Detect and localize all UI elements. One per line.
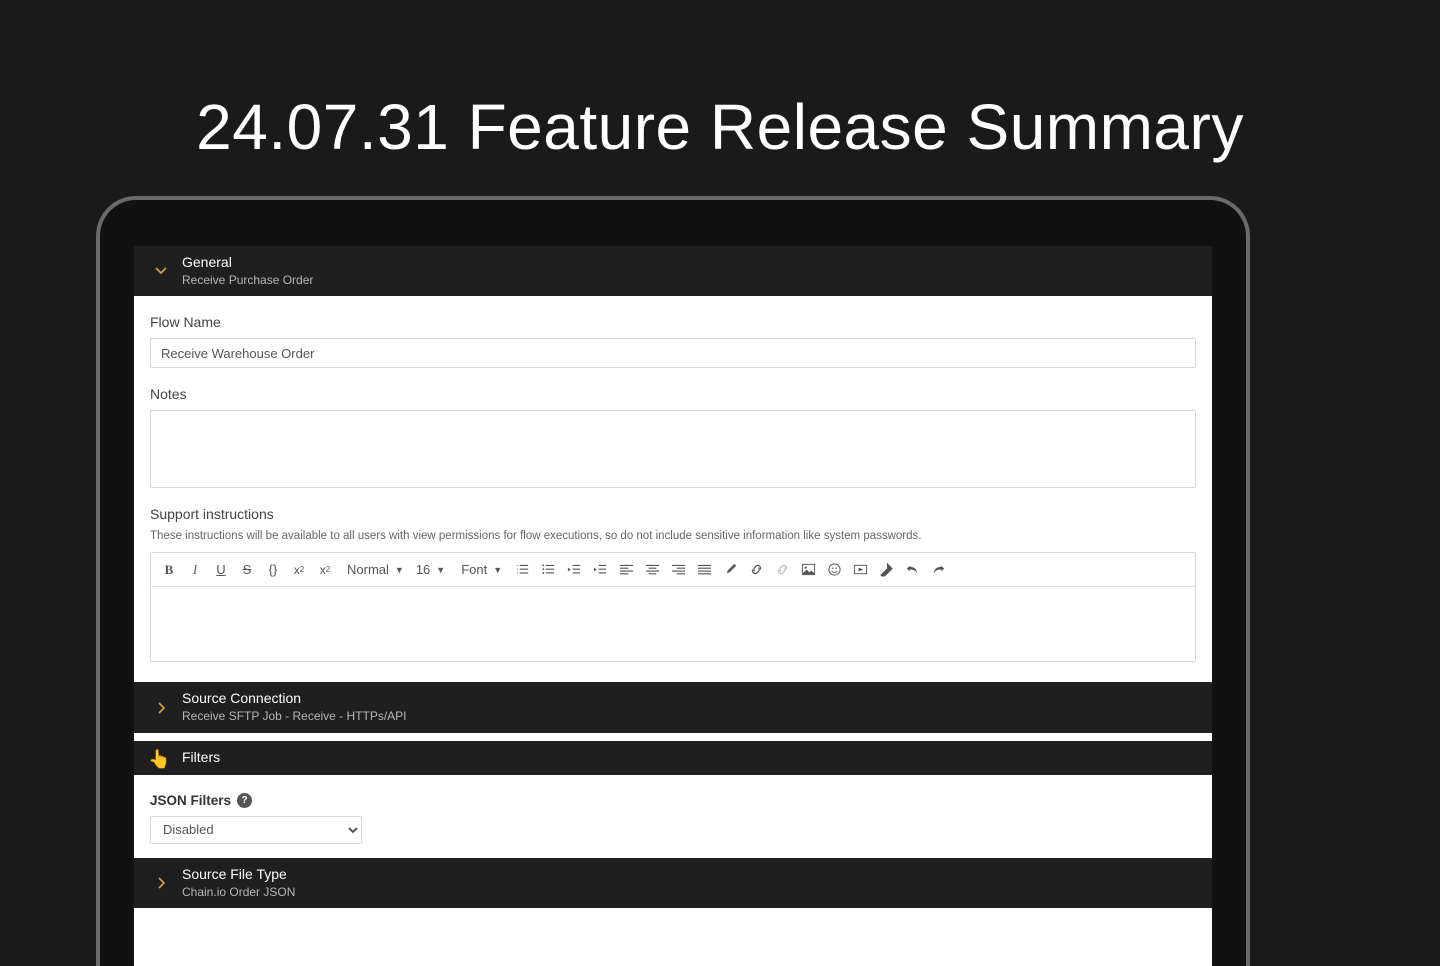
indent-button[interactable] xyxy=(588,558,612,582)
unlink-button[interactable] xyxy=(770,558,794,582)
app-screen: General Receive Purchase Order Flow Name… xyxy=(134,246,1212,966)
eraser-button[interactable] xyxy=(874,558,898,582)
caret-down-icon: ▼ xyxy=(436,565,445,575)
flow-name-input[interactable] xyxy=(150,338,1196,368)
accordion-title: Source Connection xyxy=(182,690,407,707)
json-filters-label: JSON Filters ? xyxy=(150,793,1196,808)
font-size-value: 16 xyxy=(416,562,430,577)
caret-down-icon: ▼ xyxy=(395,565,404,575)
image-button[interactable] xyxy=(796,558,820,582)
accordion-title: General xyxy=(182,254,313,271)
font-family-value: Font xyxy=(461,562,487,577)
page-headline: 24.07.31 Feature Release Summary xyxy=(0,90,1440,164)
align-justify-button[interactable] xyxy=(692,558,716,582)
flow-name-label: Flow Name xyxy=(150,314,1196,330)
unordered-list-button[interactable] xyxy=(536,558,560,582)
paragraph-style-select[interactable]: Normal ▼ xyxy=(339,558,410,582)
color-picker-button[interactable] xyxy=(718,558,742,582)
support-instructions-helper: These instructions will be available to … xyxy=(150,530,1196,542)
rich-text-editor: B I U S {} x2 x2 Normal ▼ 16 ▼ xyxy=(150,552,1196,662)
accordion-general[interactable]: General Receive Purchase Order xyxy=(134,246,1212,296)
video-button[interactable] xyxy=(848,558,872,582)
accordion-title: Filters xyxy=(182,749,220,766)
redo-button[interactable] xyxy=(926,558,950,582)
undo-button[interactable] xyxy=(900,558,924,582)
accordion-source-connection[interactable]: Source Connection Receive SFTP Job - Rec… xyxy=(134,682,1212,732)
align-center-button[interactable] xyxy=(640,558,664,582)
bold-button[interactable]: B xyxy=(157,558,181,582)
align-right-button[interactable] xyxy=(666,558,690,582)
accordion-filters[interactable]: Filters 👆 xyxy=(134,741,1212,775)
editor-toolbar: B I U S {} x2 x2 Normal ▼ 16 ▼ xyxy=(151,553,1195,587)
underline-button[interactable]: U xyxy=(209,558,233,582)
font-family-select[interactable]: Font ▼ xyxy=(453,558,508,582)
device-frame: General Receive Purchase Order Flow Name… xyxy=(96,196,1250,966)
caret-down-icon: ▼ xyxy=(493,565,502,575)
accordion-subtitle: Receive SFTP Job - Receive - HTTPs/API xyxy=(182,709,407,725)
accordion-subtitle: Chain.io Order JSON xyxy=(182,885,295,901)
editor-content[interactable] xyxy=(151,587,1195,661)
accordion-subtitle: Receive Purchase Order xyxy=(182,273,313,289)
accordion-title: Source File Type xyxy=(182,866,295,883)
outdent-button[interactable] xyxy=(562,558,586,582)
superscript-button[interactable]: x2 xyxy=(287,558,311,582)
paragraph-style-value: Normal xyxy=(347,562,389,577)
notes-label: Notes xyxy=(150,386,1196,402)
italic-button[interactable]: I xyxy=(183,558,207,582)
emoji-button[interactable] xyxy=(822,558,846,582)
help-icon[interactable]: ? xyxy=(237,793,252,808)
general-panel: Flow Name Notes Support instructions The… xyxy=(134,296,1212,682)
filters-panel: JSON Filters ? Disabled xyxy=(134,775,1212,858)
chevron-down-icon xyxy=(150,265,172,277)
strikethrough-button[interactable]: S xyxy=(235,558,259,582)
chevron-right-icon xyxy=(150,702,172,714)
font-size-select[interactable]: 16 ▼ xyxy=(412,558,451,582)
code-block-button[interactable]: {} xyxy=(261,558,285,582)
subscript-button[interactable]: x2 xyxy=(313,558,337,582)
json-filters-select[interactable]: Disabled xyxy=(150,816,362,844)
chevron-right-icon xyxy=(150,877,172,889)
support-instructions-label: Support instructions xyxy=(150,506,1196,522)
ordered-list-button[interactable] xyxy=(510,558,534,582)
link-button[interactable] xyxy=(744,558,768,582)
align-left-button[interactable] xyxy=(614,558,638,582)
accordion-source-file-type[interactable]: Source File Type Chain.io Order JSON xyxy=(134,858,1212,908)
notes-textarea[interactable] xyxy=(150,410,1196,488)
